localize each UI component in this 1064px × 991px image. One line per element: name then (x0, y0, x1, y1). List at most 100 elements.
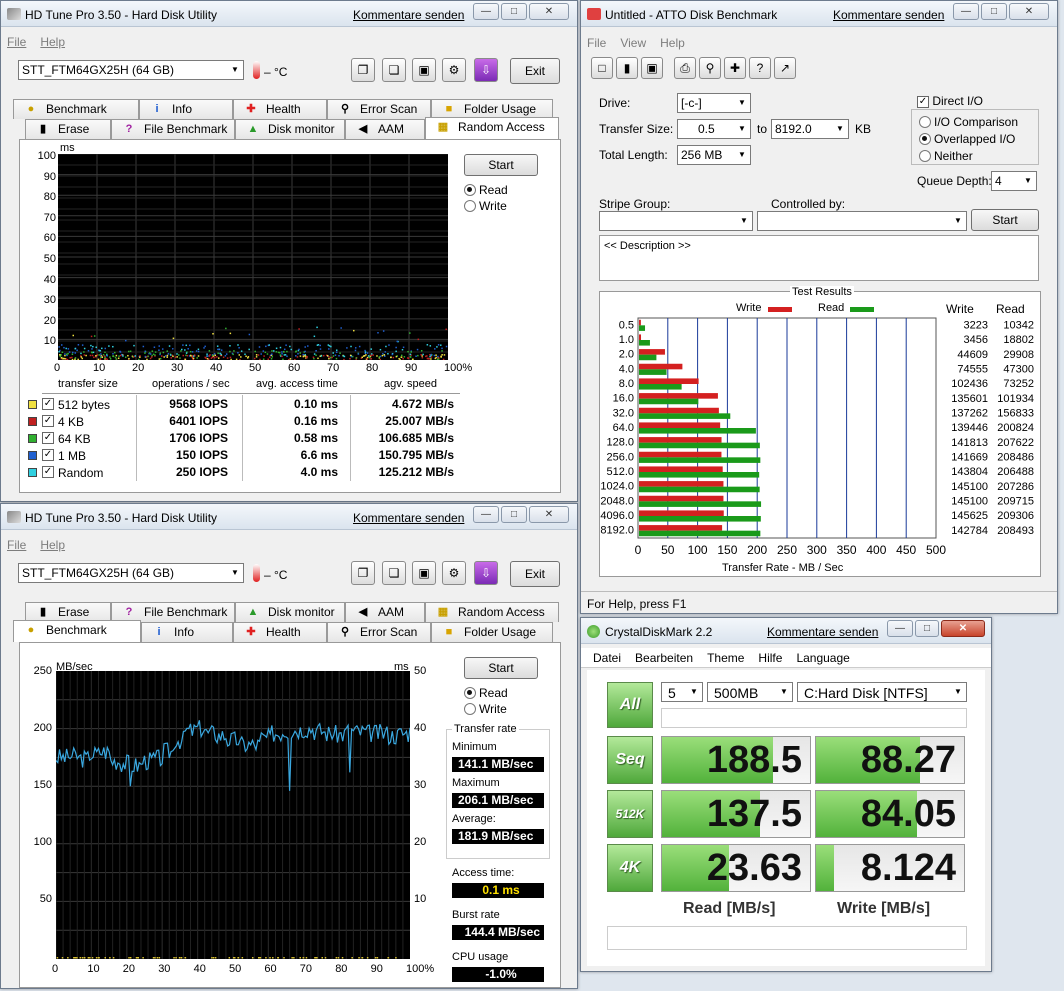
controlled-by-select[interactable]: ▼ (757, 211, 967, 231)
close-button[interactable]: ✕ (529, 3, 569, 20)
series-checkbox[interactable]: ✓ (42, 466, 54, 478)
tab-info[interactable]: i Info (141, 622, 233, 642)
menu-hilfe[interactable]: Hilfe (758, 651, 782, 665)
tab-erase[interactable]: ▮ Erase (25, 602, 111, 622)
write-radio[interactable]: Write (464, 199, 507, 213)
tab-error-scan[interactable]: ⚲ Error Scan (327, 99, 431, 119)
copy-all-icon[interactable]: ❏ (382, 561, 406, 585)
minimize-button[interactable]: — (887, 620, 913, 637)
feedback-link[interactable]: Kommentare senden (353, 8, 464, 22)
download-icon[interactable]: ⇩ (474, 561, 498, 585)
transfer-size-from-select[interactable]: 0.5 ▼ (677, 119, 751, 139)
menu-file[interactable]: File (587, 36, 606, 50)
tab-health[interactable]: ✚ Health (233, 99, 327, 119)
feedback-link[interactable]: Kommentare senden (833, 8, 944, 22)
overlapped-io-radio[interactable]: Overlapped I/O (919, 132, 1015, 146)
maximize-button[interactable]: □ (501, 3, 527, 20)
io-comparison-radio[interactable]: I/O Comparison (919, 115, 1018, 129)
tab-erase[interactable]: ▮ Erase (25, 119, 111, 139)
start-button[interactable]: Start (464, 154, 538, 176)
read-radio[interactable]: Read (464, 686, 508, 700)
close-button[interactable]: ✕ (529, 506, 569, 523)
copy-icon[interactable]: ❐ (351, 561, 375, 585)
target-drive-select[interactable]: C:Hard Disk [NTFS] ▼ (797, 682, 967, 702)
drive-select[interactable]: STT_FTM64GX25H (64 GB) ▼ (18, 563, 244, 583)
menu-file[interactable]: File (7, 35, 26, 49)
maximize-button[interactable]: □ (501, 506, 527, 523)
move-icon[interactable]: ✚ (724, 57, 746, 79)
neither-radio[interactable]: Neither (919, 149, 973, 163)
options-icon[interactable]: ⚙ (442, 561, 466, 585)
minimize-button[interactable]: — (473, 506, 499, 523)
close-button[interactable]: ✕ (1009, 3, 1049, 20)
tab-info[interactable]: i Info (139, 99, 233, 119)
direct-io-checkbox[interactable]: ✓ Direct I/O (917, 94, 983, 108)
feedback-link[interactable]: Kommentare senden (767, 625, 878, 639)
new-icon[interactable]: □ (591, 57, 613, 79)
menu-datei[interactable]: Datei (593, 651, 621, 665)
open-icon[interactable]: ▮ (616, 57, 638, 79)
series-checkbox[interactable]: ✓ (42, 432, 54, 444)
write-radio[interactable]: Write (464, 702, 507, 716)
help-icon[interactable]: ? (749, 57, 771, 79)
menu-file[interactable]: File (7, 538, 26, 552)
print-preview-icon[interactable]: ⚲ (699, 57, 721, 79)
close-button[interactable]: ✕ (941, 620, 985, 637)
save-icon[interactable]: ▣ (412, 561, 436, 585)
total-length-select[interactable]: 256 MB ▼ (677, 145, 751, 165)
copy-all-icon[interactable]: ❏ (382, 58, 406, 82)
save-icon[interactable]: ▣ (412, 58, 436, 82)
comment-field[interactable] (661, 708, 967, 728)
tab-benchmark[interactable]: ● Benchmark (13, 99, 139, 119)
transfer-size-to-select[interactable]: 8192.0 ▼ (771, 119, 849, 139)
tab-aam[interactable]: ◀ AAM (345, 602, 425, 622)
print-icon[interactable]: ⎙ (674, 57, 696, 79)
tab-folder-usage[interactable]: ■ Folder Usage (431, 622, 553, 642)
menu-help[interactable]: Help (660, 36, 685, 50)
start-button[interactable]: Start (971, 209, 1039, 231)
menu-help[interactable]: Help (40, 538, 65, 552)
series-checkbox[interactable]: ✓ (42, 398, 54, 410)
exit-button[interactable]: Exit (510, 58, 560, 84)
minimize-button[interactable]: — (473, 3, 499, 20)
menu-help[interactable]: Help (40, 35, 65, 49)
tab-folder-usage[interactable]: ■ Folder Usage (431, 99, 553, 119)
tab-file-benchmark[interactable]: ? File Benchmark (111, 119, 235, 139)
test-seq-button[interactable]: Seq (607, 736, 653, 784)
tab-disk-monitor[interactable]: ▲ Disk monitor (235, 119, 345, 139)
start-button[interactable]: Start (464, 657, 538, 679)
tab-error-scan[interactable]: ⚲ Error Scan (327, 622, 431, 642)
tab-random-access[interactable]: ▦ Random Access (425, 602, 559, 622)
tab-aam[interactable]: ◀ AAM (345, 119, 425, 139)
tab-benchmark[interactable]: ● Benchmark (13, 620, 141, 642)
read-radio[interactable]: Read (464, 183, 508, 197)
test-count-select[interactable]: 5 ▼ (661, 682, 703, 702)
series-checkbox[interactable]: ✓ (42, 449, 54, 461)
series-checkbox[interactable]: ✓ (42, 415, 54, 427)
feedback-link[interactable]: Kommentare senden (353, 511, 464, 525)
minimize-button[interactable]: — (953, 3, 979, 20)
maximize-button[interactable]: □ (915, 620, 939, 637)
exit-button[interactable]: Exit (510, 561, 560, 587)
description-textarea[interactable]: << Description >> (599, 235, 1039, 281)
menu-language[interactable]: Language (796, 651, 849, 665)
save-icon[interactable]: ▣ (641, 57, 663, 79)
drive-select[interactable]: [-c-] ▼ (677, 93, 751, 113)
stripe-group-select[interactable]: ▼ (599, 211, 753, 231)
download-icon[interactable]: ⇩ (474, 58, 498, 82)
menu-theme[interactable]: Theme (707, 651, 744, 665)
maximize-button[interactable]: □ (981, 3, 1007, 20)
menu-bearbeiten[interactable]: Bearbeiten (635, 651, 693, 665)
tab-disk-monitor[interactable]: ▲ Disk monitor (235, 602, 345, 622)
tab-file-benchmark[interactable]: ? File Benchmark (111, 602, 235, 622)
copy-icon[interactable]: ❐ (351, 58, 375, 82)
test-4k-button[interactable]: 4K (607, 844, 653, 892)
queue-depth-select[interactable]: 4 ▼ (991, 171, 1037, 191)
all-button[interactable]: All (607, 682, 653, 728)
test-512k-button[interactable]: 512K (607, 790, 653, 838)
context-help-icon[interactable]: ↗ (774, 57, 796, 79)
tab-random-access[interactable]: ▦ Random Access (425, 117, 559, 139)
menu-view[interactable]: View (620, 36, 646, 50)
test-size-select[interactable]: 500MB ▼ (707, 682, 793, 702)
tab-health[interactable]: ✚ Health (233, 622, 327, 642)
